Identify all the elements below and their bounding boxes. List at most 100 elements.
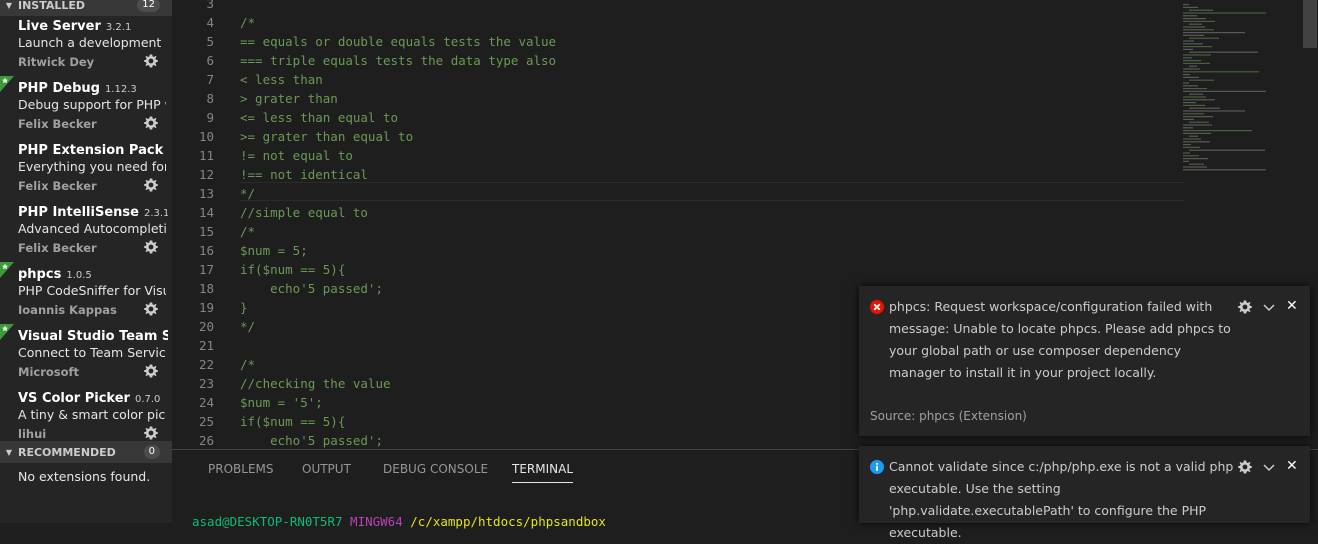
minimap-line [1183,155,1199,157]
minimap-line [1183,18,1206,20]
extension-item[interactable]: PHP Extension Pack1.0.1Everything you ne… [0,138,172,200]
collapse-chevron-icon: ▼ [5,0,13,10]
line-number: 9 [206,110,214,125]
manage-gear-icon[interactable] [143,115,159,131]
minimap-line [1183,57,1192,59]
extension-item[interactable]: Visual Studio Team Services1.133.0Connec… [0,324,172,386]
minimap-line [1183,26,1205,28]
line-number: 19 [198,300,214,315]
line-number: 6 [206,53,214,68]
manage-gear-icon[interactable] [143,53,159,69]
extension-author: Microsoft [18,365,80,379]
extension-item[interactable]: PHP Debug 1.12.3 Debug support for PHP wit… [0,76,172,138]
minimap-line [1183,99,1215,101]
minimap-line [1189,37,1219,39]
extension-item[interactable]: VS Color Picker 0.7.0 A tiny & smart color… [0,386,172,448]
code-text: //simple equal to [240,205,368,220]
minimap-line [1183,116,1213,118]
extension-description: Everything you need for PHP development [18,159,166,174]
minimap-line [1183,32,1245,34]
minimap-line [1183,152,1190,154]
line-number: 24 [198,395,214,410]
line-number: 20 [198,319,214,334]
extension-item[interactable]: phpcs 1.0.5 PHP CodeSniffer for Visual Stu… [0,262,172,324]
extension-author: Felix Becker [18,179,97,193]
extension-author: Ioannis Kappas [18,303,117,317]
manage-gear-icon[interactable] [143,363,159,379]
line-number: 22 [198,357,214,372]
minimap-line [1183,4,1189,6]
line-number: 5 [206,34,214,49]
extension-description: A tiny & smart color picker [18,407,166,422]
current-line-highlight [240,182,1184,201]
minimap-line [1183,113,1204,115]
code-text: $num = '5'; [240,395,323,410]
minimap-line [1183,102,1196,104]
line-number: 4 [206,15,214,30]
code-text: <= less than equal to [240,110,399,125]
notification-source: Source: phpcs (Extension) [870,409,1027,423]
extension-name-row: VS Color Picker 0.7.0 [18,387,168,407]
close-icon[interactable]: ✕ [1286,458,1300,474]
gear-icon[interactable] [1237,459,1253,475]
panel-tab-debug-console[interactable]: DEBUG CONSOLE [383,462,488,476]
minimap-line [1189,149,1265,151]
minimap-line [1183,12,1266,14]
extension-author: lihui [18,427,47,441]
line-number: 8 [206,91,214,106]
error-icon [870,300,884,314]
extension-version: 1.0.5 [66,270,92,281]
extension-description: Advanced Autocompletion and Refactoring … [18,221,166,236]
line-number: 16 [198,243,214,258]
notification-toast-info: Cannot validate since c:/php/php.exe is … [859,446,1310,540]
minimap-line [1183,96,1206,98]
prompt-path: /c/xampp/htdocs/phpsandbox [410,514,606,529]
code-text: if($num == 5){ [240,414,346,429]
code-text: > grater than [240,91,338,106]
line-number: 25 [198,414,214,429]
extension-name: VS Color Picker [18,391,130,406]
minimap-line [1183,127,1193,129]
minimap-line [1183,40,1194,42]
panel-tab-output[interactable]: OUTPUT [302,462,351,476]
manage-gear-icon[interactable] [143,425,159,441]
extension-description: Connect to Team Services and Team Founda… [18,345,166,360]
line-number: 21 [198,338,214,353]
terminal-prompt[interactable]: asad@DESKTOP-RN0T5R7 MINGW64 /c/xampp/ht… [192,514,606,529]
recommended-section-label: RECOMMENDED [18,445,116,459]
line-number: 7 [206,72,214,87]
chevron-down-icon[interactable] [1261,299,1277,315]
chevron-down-icon[interactable] [1261,459,1277,475]
line-number: 11 [198,148,214,163]
minimap-line [1183,104,1205,106]
editor-scrollbar[interactable] [1303,0,1317,48]
recommended-star-icon [0,324,14,340]
minimap-line [1189,9,1213,11]
minimap-line [1189,65,1197,67]
minimap-line [1183,71,1259,73]
minimap-line [1183,85,1198,87]
extension-author: Ritwick Dey [18,55,95,69]
manage-gear-icon[interactable] [143,177,159,193]
minimap[interactable] [1179,0,1289,200]
manage-gear-icon[interactable] [143,239,159,255]
extension-item[interactable]: PHP IntelliSense 2.3.1 Advanced Autocomple… [0,200,172,262]
code-text: /* [240,357,256,372]
extension-version: 3.2.1 [105,22,132,33]
minimap-line [1183,43,1203,45]
extensions-sidebar: ▼ INSTALLED 12 Live Server 3.2.1 Launch a … [0,0,172,523]
extension-version: 0.7.0 [134,394,161,405]
extension-item[interactable]: Live Server 3.2.1 Launch a development loc… [0,14,172,76]
manage-gear-icon[interactable] [143,301,159,317]
code-text: < less than [240,72,323,87]
gear-icon[interactable] [1237,299,1253,315]
panel-tab-terminal[interactable]: TERMINAL [512,462,574,483]
minimap-line [1183,74,1190,76]
code-text: //checking the value [240,376,391,391]
recommended-section-header[interactable]: ▼ RECOMMENDED 0 [0,441,172,463]
recommended-star-icon [0,262,14,278]
close-icon[interactable]: ✕ [1286,298,1300,314]
installed-section-label: INSTALLED [18,0,86,12]
extension-name: Live Server [18,19,101,34]
panel-tab-problems[interactable]: PROBLEMS [208,462,274,476]
